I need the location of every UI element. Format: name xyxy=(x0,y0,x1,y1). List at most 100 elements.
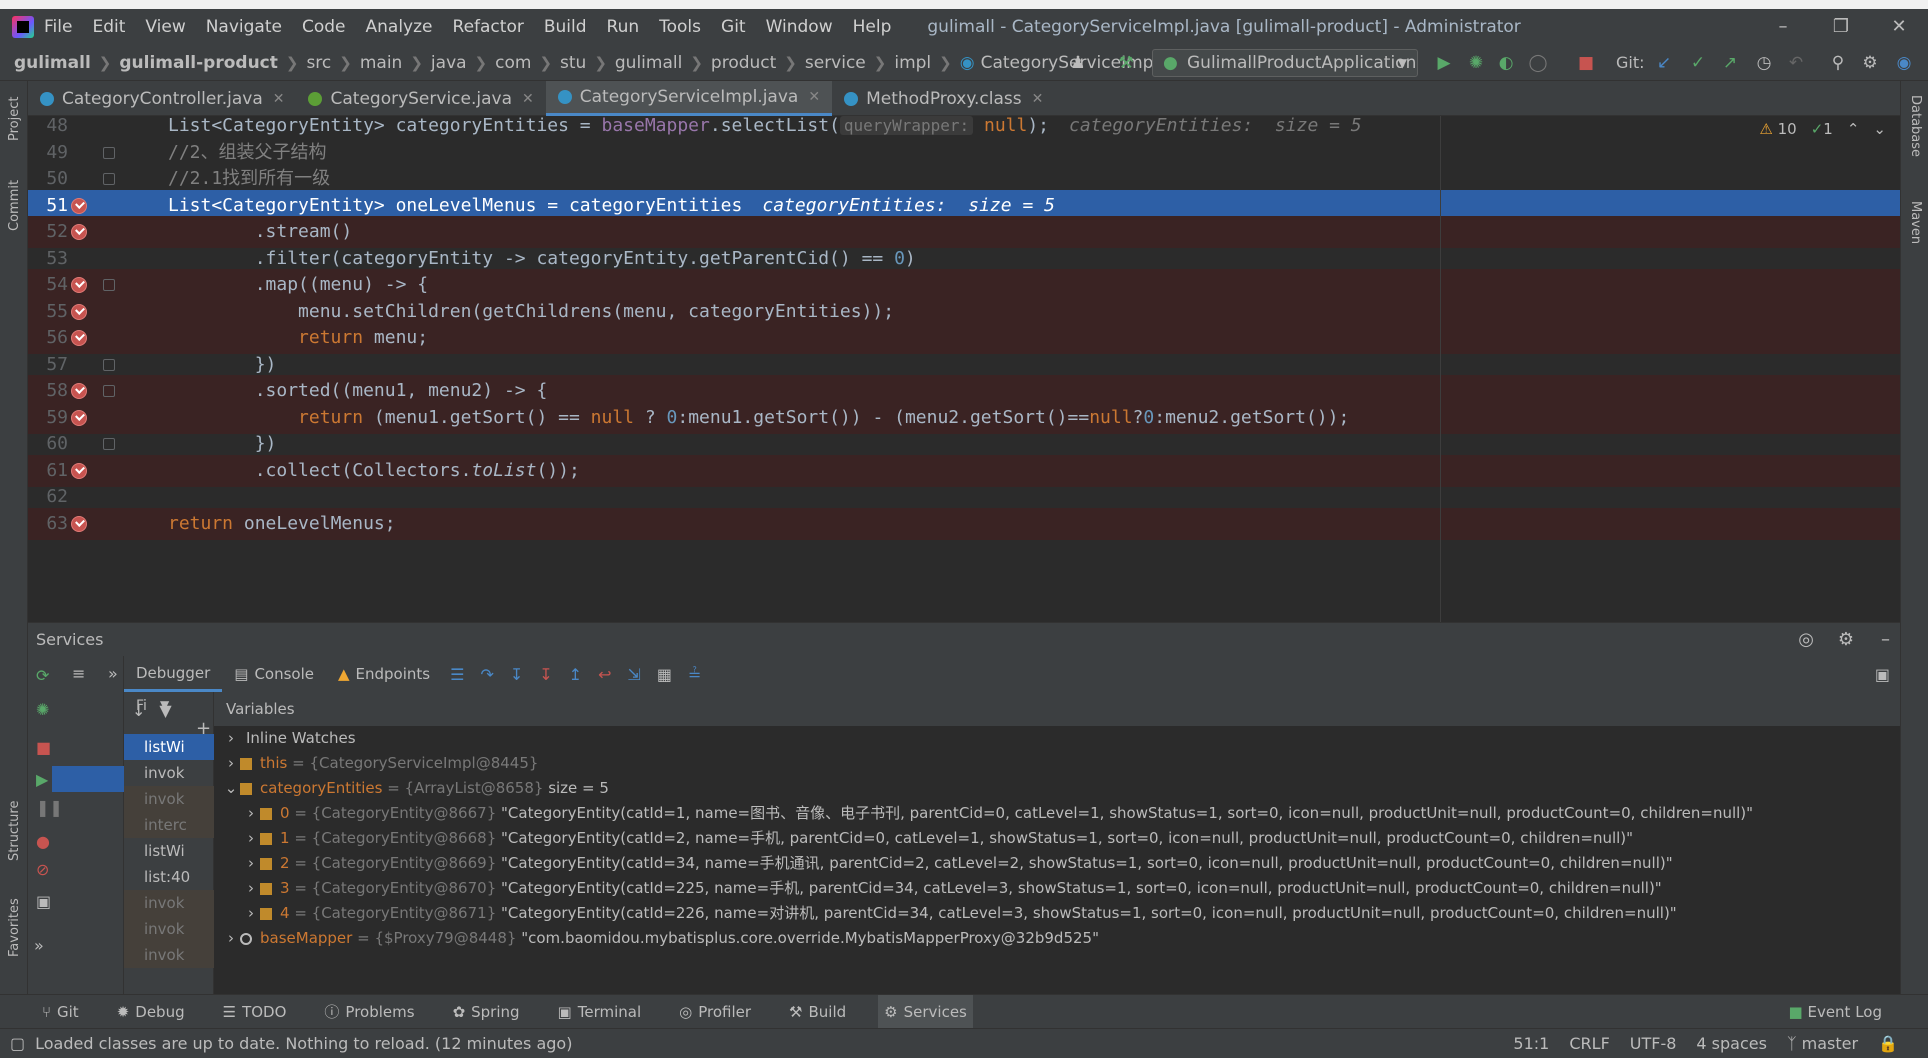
more-icon[interactable]: » xyxy=(108,664,118,683)
menu-run[interactable]: Run xyxy=(607,17,640,37)
commit-tool-tab[interactable]: Commit xyxy=(7,180,22,231)
frames-layout-icon[interactable]: ☰ xyxy=(450,665,464,684)
stack-frame[interactable]: invok xyxy=(124,916,214,942)
chevron-right-icon[interactable]: › xyxy=(242,876,260,901)
git-push-icon[interactable]: ↗ xyxy=(1720,53,1740,73)
git-branch[interactable]: ᛉ master xyxy=(1787,1034,1858,1053)
build-hammer-icon[interactable]: ⚒ xyxy=(1116,53,1136,73)
menu-view[interactable]: View xyxy=(145,17,185,37)
favorites-tool-tab[interactable]: Favorites xyxy=(7,898,22,957)
close-icon[interactable]: ✕ xyxy=(1870,9,1928,45)
menu-refactor[interactable]: Refactor xyxy=(453,17,524,37)
breadcrumb-item[interactable]: src xyxy=(306,53,331,73)
plugin-icon[interactable]: ◉ xyxy=(1894,53,1914,73)
breadcrumb-item[interactable]: impl xyxy=(894,53,931,73)
variable-row[interactable]: › 2 = {CategoryEntity@8669} "CategoryEnti… xyxy=(214,851,1900,876)
debug-icon[interactable]: ✺ xyxy=(1466,53,1486,73)
fold-marker-icon[interactable] xyxy=(103,438,115,450)
code-line[interactable]: 63 return oneLevelMenus; xyxy=(28,507,1900,540)
breakpoint-icon[interactable] xyxy=(71,462,87,479)
breakpoint-icon[interactable] xyxy=(71,383,87,399)
breadcrumb-item[interactable]: gulimall xyxy=(615,53,682,73)
run-icon[interactable]: ▶ xyxy=(1434,53,1454,73)
chevron-right-icon[interactable]: › xyxy=(242,801,260,826)
breakpoint-icon[interactable] xyxy=(71,277,87,293)
breakpoint-icon[interactable] xyxy=(71,303,87,320)
file-encoding[interactable]: UTF-8 xyxy=(1630,1034,1677,1053)
chevron-right-icon[interactable]: › xyxy=(242,826,260,851)
line-separator[interactable]: CRLF xyxy=(1569,1034,1609,1053)
lock-icon[interactable]: 🔒 xyxy=(1878,1034,1898,1053)
fold-marker-icon[interactable] xyxy=(103,358,115,371)
stop-icon[interactable]: ■ xyxy=(1576,53,1596,73)
settings-gear-icon[interactable]: ⚙ xyxy=(1860,53,1880,73)
settings-gear-icon[interactable]: ⚙ xyxy=(1838,629,1854,650)
menu-window[interactable]: Window xyxy=(766,17,833,37)
breakpoint-icon[interactable] xyxy=(71,197,87,214)
stack-frame[interactable]: invok xyxy=(124,890,214,916)
stop-icon[interactable]: ■ xyxy=(36,738,51,757)
tool-window-build[interactable]: ⚒ Build xyxy=(783,995,852,1029)
stack-frame[interactable]: invok xyxy=(124,760,214,786)
variable-row[interactable]: › 3 = {CategoryEntity@8670} "CategoryEnti… xyxy=(214,876,1900,901)
git-update-icon[interactable]: ↙ xyxy=(1654,53,1674,73)
tool-window-spring[interactable]: ✿ Spring xyxy=(447,995,526,1029)
stack-frame[interactable]: interc xyxy=(124,812,214,838)
warning-count[interactable]: ⚠ 10 xyxy=(1759,120,1796,138)
resume-icon[interactable]: ▶ xyxy=(36,770,48,789)
stack-frame[interactable]: invok xyxy=(124,942,214,968)
tool-window-problems[interactable]: ⓘ Problems xyxy=(318,995,420,1029)
trace-icon[interactable]: ≟ xyxy=(688,665,701,684)
structure-tool-tab[interactable]: Structure xyxy=(7,801,22,861)
tool-window-debug[interactable]: ✹ Debug xyxy=(111,995,191,1029)
more-icon[interactable]: » xyxy=(34,936,44,955)
code-editor[interactable]: 48 List<CategoryEntity> categoryEntities … xyxy=(28,116,1900,622)
run-configuration-select[interactable]: ● GulimallProductApplication ▼ xyxy=(1152,49,1418,77)
fold-marker-icon[interactable] xyxy=(103,385,115,397)
globe-icon[interactable]: ◎ xyxy=(1798,629,1814,650)
add-watch-icon[interactable]: + xyxy=(196,718,211,739)
menu-code[interactable]: Code xyxy=(302,17,346,37)
variable-row[interactable]: ⌄ categoryEntities = {ArrayList@8658} siz… xyxy=(214,776,1900,801)
stack-frame[interactable]: invok xyxy=(124,786,214,812)
inline-watches-node[interactable]: › Inline Watches xyxy=(214,726,1900,751)
breadcrumb-item[interactable]: product xyxy=(711,53,776,73)
breadcrumb-item[interactable]: gulimall xyxy=(14,53,91,73)
menu-help[interactable]: Help xyxy=(853,17,892,37)
expand-all-icon[interactable]: ≡ xyxy=(72,664,85,683)
chevron-right-icon[interactable]: › xyxy=(242,901,260,926)
project-tool-tab[interactable]: Project xyxy=(7,97,22,141)
breakpoint-icon[interactable] xyxy=(71,224,87,240)
run-to-cursor-icon[interactable]: ⇲ xyxy=(627,665,640,684)
maven-tool-tab[interactable]: Maven xyxy=(1908,201,1923,244)
menu-file[interactable]: File xyxy=(44,17,72,37)
search-icon[interactable]: ⚲ xyxy=(1828,53,1848,73)
git-commit-icon[interactable]: ✓ xyxy=(1688,53,1708,73)
breadcrumb-item[interactable]: com xyxy=(495,53,531,73)
chevron-right-icon[interactable]: › xyxy=(222,751,240,776)
ok-count[interactable]: ✓1 xyxy=(1811,120,1833,138)
tool-window-git[interactable]: ⑂ Git xyxy=(36,995,85,1029)
tool-window-services[interactable]: ⚙ Services xyxy=(878,994,973,1029)
breakpoint-icon[interactable] xyxy=(71,409,87,426)
mute-breakpoints-icon[interactable]: ⊘ xyxy=(36,860,49,879)
breadcrumb-item[interactable]: gulimall-product xyxy=(119,53,278,73)
variable-row[interactable]: › 0 = {CategoryEntity@8667} "CategoryEnti… xyxy=(214,801,1900,826)
status-panel-icon[interactable]: ▢ xyxy=(10,1034,25,1053)
close-tab-icon[interactable]: ✕ xyxy=(808,89,820,105)
rollback-icon[interactable]: ↶ xyxy=(1786,53,1806,73)
indent-setting[interactable]: 4 spaces xyxy=(1696,1034,1767,1053)
menu-build[interactable]: Build xyxy=(544,17,587,37)
tab-categorycontroller-java[interactable]: CategoryController.java ✕ xyxy=(28,81,296,116)
tree-selected-row[interactable] xyxy=(52,766,124,792)
view-breakpoints-icon[interactable]: ● xyxy=(36,832,50,851)
chevron-up-icon[interactable]: ⌃ xyxy=(1847,120,1860,138)
coverage-icon[interactable]: ◐ xyxy=(1496,53,1516,73)
chevron-down-icon[interactable]: ▼ xyxy=(160,698,169,712)
tab-console[interactable]: ▤ Console xyxy=(222,656,326,692)
chevron-down-icon[interactable]: ⌄ xyxy=(222,776,240,801)
fold-marker-icon[interactable] xyxy=(103,173,115,185)
inspection-widget[interactable]: ⚠ 10 ✓1 ⌃ ⌄ xyxy=(1759,120,1886,138)
drop-frame-icon[interactable]: ↩ xyxy=(598,665,611,684)
tab-endpoints[interactable]: ▲ Endpoints xyxy=(326,656,442,692)
